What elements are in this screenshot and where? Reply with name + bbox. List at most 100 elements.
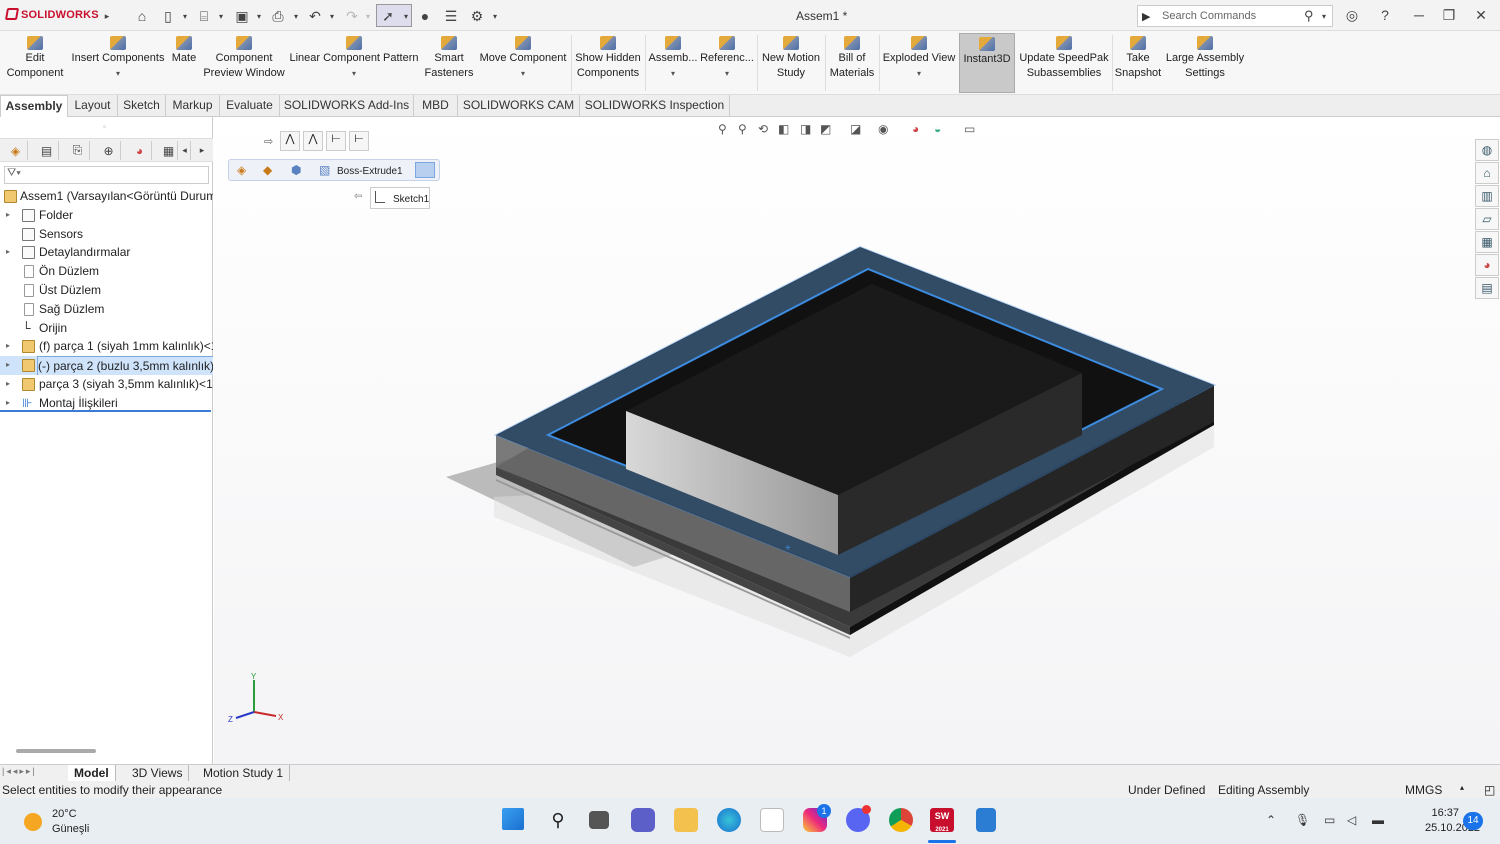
tab-mbd[interactable]: MBD — [414, 95, 458, 117]
tab-evaluate[interactable]: Evaluate — [220, 95, 280, 117]
tab-solidworks-inspection[interactable]: SOLIDWORKS Inspection — [580, 95, 730, 117]
options-gear-icon[interactable]: ⚙ — [467, 6, 487, 26]
edge-icon[interactable] — [717, 808, 741, 832]
tree-item-part-3[interactable]: ▸ parça 3 (siyah 3,5mm kalınlık)<1> — [0, 375, 213, 394]
search-icon[interactable]: ⚲ — [546, 808, 570, 832]
search-icon[interactable]: ⚲ — [1304, 8, 1314, 24]
tree-item-front-plane[interactable]: Ön Düzlem — [0, 262, 213, 281]
angle-icon[interactable]: ⋀ — [303, 131, 323, 151]
file-explorer-icon[interactable]: ▱ — [1475, 208, 1499, 230]
open-icon[interactable]: ⌸ — [194, 6, 214, 26]
tab-markup[interactable]: Markup — [166, 95, 220, 117]
microphone-icon[interactable]: 🎙 — [1295, 813, 1310, 827]
task-view-icon[interactable] — [589, 811, 609, 829]
bill-of-materials-button[interactable]: Bill of Materials — [828, 33, 876, 93]
component-preview-window-button[interactable]: Component Preview Window — [202, 33, 286, 93]
show-hidden-icons-icon[interactable]: ⌃ — [1266, 813, 1276, 827]
rollback-bar[interactable] — [0, 410, 211, 412]
print-icon[interactable]: ⎙ — [268, 6, 288, 26]
section-view-icon[interactable]: ◧ — [778, 122, 789, 136]
horizontal-dimension-icon[interactable]: ⊢ — [326, 131, 346, 151]
tree-item-top-plane[interactable]: Üst Düzlem — [0, 281, 213, 300]
exploded-view-button[interactable]: Exploded View ▾ — [882, 33, 956, 93]
show-hidden-components-button[interactable]: Show Hidden Components — [574, 33, 642, 93]
undo-dropdown-icon[interactable]: ▾ — [328, 6, 336, 26]
solidworks-logo[interactable]: SOLIDWORKS — [4, 8, 99, 21]
feature-manager-tab-icon[interactable]: ◈ — [4, 141, 28, 160]
options-dropdown-icon[interactable]: ▾ — [491, 6, 499, 26]
zoom-to-area-icon[interactable]: ⚲ — [738, 122, 747, 136]
tree-filter-input[interactable]: ⛛▾ — [4, 166, 209, 184]
large-assembly-settings-button[interactable]: Large Assembly Settings — [1164, 33, 1246, 93]
expand-arrow-icon[interactable]: ▸ — [6, 206, 10, 224]
tab-scroll-arrows-icon[interactable]: |◂◂▸▸| — [2, 766, 37, 777]
tab-3d-views[interactable]: 3D Views — [126, 765, 190, 782]
vertical-dimension-icon[interactable]: ⊢ — [349, 131, 369, 151]
take-snapshot-button[interactable]: Take Snapshot — [1114, 33, 1162, 93]
tree-item-annotations[interactable]: ▸ Detaylandırmalar — [0, 243, 213, 262]
menu-expand-icon[interactable]: ▸ — [103, 6, 111, 26]
previous-view-icon[interactable]: ⟲ — [758, 122, 768, 136]
expand-arrow-icon[interactable]: ▸ — [6, 243, 10, 261]
tab-solidworks-add-ins[interactable]: SOLIDWORKS Add-Ins — [280, 95, 414, 117]
redo-icon[interactable]: ↷ — [342, 6, 362, 26]
feature-breadcrumb-icon[interactable]: ▧ — [319, 163, 330, 177]
dimxpert-tab-icon[interactable]: ⊕ — [97, 141, 121, 160]
undo-icon[interactable]: ↶ — [305, 6, 325, 26]
units-dropdown-icon[interactable]: ▴ — [1460, 783, 1464, 792]
panel-collapse-handle[interactable]: ◦ — [103, 122, 106, 131]
display-style-icon[interactable]: ◪ — [850, 122, 861, 136]
horizontal-scrollbar[interactable] — [16, 749, 96, 753]
save-dropdown-icon[interactable]: ▾ — [255, 6, 263, 26]
zoom-to-fit-icon[interactable]: ⚲ — [718, 122, 727, 136]
search-commands-input[interactable]: ▶ Search Commands ⚲ ▾ — [1137, 5, 1333, 27]
tree-item-part-1[interactable]: ▸ (f) parça 1 (siyah 1mm kalınlık)<1 — [0, 337, 213, 356]
chrome-icon[interactable] — [889, 808, 913, 832]
design-library-icon[interactable]: ▥ — [1475, 185, 1499, 207]
tab-sketch[interactable]: Sketch — [118, 95, 166, 117]
save-icon[interactable]: ▣ — [232, 6, 252, 26]
windows-start-icon[interactable] — [502, 808, 524, 830]
tree-item-origin[interactable]: └ Orijin — [0, 319, 213, 338]
tab-solidworks-cam[interactable]: SOLIDWORKS CAM — [458, 95, 580, 117]
configuration-manager-tab-icon[interactable]: ⎘ — [66, 141, 90, 160]
apply-scene-icon[interactable]: ◒ — [934, 122, 941, 136]
tab-assembly[interactable]: Assembly — [0, 95, 68, 117]
linear-component-pattern-button[interactable]: Linear Component Pattern ▾ — [288, 33, 420, 93]
tab-scroll-left-icon[interactable]: ◂ — [179, 141, 191, 160]
update-speedpak-button[interactable]: Update SpeedPak Subassemblies — [1018, 33, 1110, 93]
user-account-icon[interactable]: ◎ — [1343, 6, 1361, 24]
home-icon[interactable]: ⌂ — [1475, 162, 1499, 184]
units-selector[interactable]: MMGS — [1405, 783, 1442, 797]
breadcrumb-sketch[interactable]: Sketch1 — [370, 187, 430, 209]
tab-motion-study-1[interactable]: Motion Study 1 — [197, 765, 291, 782]
edit-appearance-icon[interactable]: ◕ — [912, 122, 919, 136]
tree-item-part-2[interactable]: ▸ (-) parça 2 (buzlu 3,5mm kalınlık) — [0, 356, 213, 375]
expand-arrow-icon[interactable]: ▸ — [6, 375, 10, 393]
file-properties-icon[interactable]: ☰ — [441, 6, 461, 26]
instant3d-button[interactable]: Instant3D — [959, 33, 1015, 93]
cam-tab-icon[interactable]: ▦ — [160, 141, 178, 160]
solidworks-taskbar-icon[interactable]: SOLIDWORKSSW2021 — [930, 808, 954, 833]
new-dropdown-icon[interactable]: ▾ — [181, 6, 189, 26]
file-explorer-icon[interactable] — [674, 808, 698, 832]
battery-icon[interactable]: ▬ — [1372, 813, 1384, 827]
solidworks-resources-icon[interactable]: ◍ — [1475, 139, 1499, 161]
face-breadcrumb-icon[interactable] — [415, 162, 435, 178]
dynamic-annotation-icon[interactable]: ◨ — [800, 122, 811, 136]
expand-arrow-icon[interactable]: ▸ — [6, 337, 10, 355]
cursor-arrow-icon[interactable]: ➚ — [378, 6, 398, 26]
open-dropdown-icon[interactable]: ▾ — [217, 6, 225, 26]
view-palette-icon[interactable]: ▦ — [1475, 231, 1499, 253]
insert-components-button[interactable]: Insert Components ▾ — [70, 33, 166, 93]
mate-button[interactable]: Mate — [168, 33, 200, 93]
teams-chat-icon[interactable] — [631, 808, 655, 832]
move-component-button[interactable]: Move Component ▾ — [478, 33, 568, 93]
tab-layout[interactable]: Layout — [68, 95, 118, 117]
custom-properties-icon[interactable]: ▤ — [1475, 277, 1499, 299]
smart-fasteners-button[interactable]: Smart Fasteners — [422, 33, 476, 93]
graphics-viewport[interactable]: + ⚲ ⚲ ⟲ ◧ ◨ ◩ ◪ ◉ ◕ ◒ ▭ — [214, 117, 1500, 764]
tab-scroll-right-icon[interactable]: ▸ — [196, 141, 208, 160]
reference-geometry-button[interactable]: Referenc... ▾ — [700, 33, 754, 93]
restore-icon[interactable]: ❐ — [1440, 6, 1458, 24]
